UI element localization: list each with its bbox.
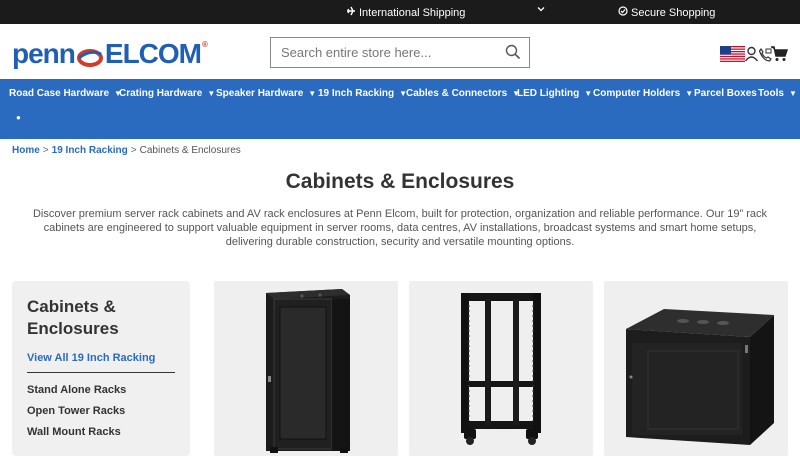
secure-shopping[interactable]: Secure Shopping: [618, 6, 715, 19]
sidebar-heading: Cabinets & Enclosures: [27, 297, 119, 338]
chevron-down-icon[interactable]: [537, 5, 545, 15]
site-header: penn elcom ®: [0, 24, 800, 79]
product-card-cabinet[interactable]: [214, 281, 398, 456]
chevron-down-icon: ▼: [207, 89, 216, 98]
chevron-down-icon: ▼: [308, 89, 317, 98]
breadcrumb-current: Cabinets & Enclosures: [139, 145, 241, 156]
breadcrumb-separator: >: [42, 145, 49, 156]
nav-item-label: Computer Holders: [593, 88, 681, 99]
nav-item-label: 19 Inch Racking: [318, 88, 395, 99]
breadcrumb: Home >19 Inch Racking > Cabinets & Enclosur…: [12, 145, 241, 156]
penn-elcom-logo[interactable]: penn elcom ®: [12, 38, 208, 70]
registered-mark: ®: [202, 39, 208, 49]
nav-item-parcel-boxes[interactable]: Parcel Boxes: [694, 88, 757, 99]
breadcrumb-19-inch-racking[interactable]: 19 Inch Racking: [52, 145, 128, 156]
search-box: [270, 37, 530, 68]
category-sidebar: Cabinets & Enclosures View All 19 Inch R…: [12, 281, 190, 456]
nav-item-label: LED Lighting: [517, 88, 580, 99]
nav-item-label: Cables & Connectors: [406, 88, 508, 99]
chevron-down-icon: ▼: [788, 89, 797, 98]
sidebar-divider: [27, 372, 175, 373]
nav-item-tools[interactable]: Tools ▼: [758, 88, 797, 99]
nav-item-cables-connectors[interactable]: Cables & Connectors ▼: [406, 88, 520, 99]
logo-penn: penn: [12, 38, 76, 69]
view-all-link[interactable]: View All 19 Inch Racking: [27, 352, 155, 364]
chevron-down-icon: ▼: [584, 89, 593, 98]
chevron-down-icon: ▼: [685, 89, 694, 98]
user-icon[interactable]: [744, 46, 759, 62]
nav-item-computer-holders[interactable]: Computer Holders ▼: [593, 88, 693, 99]
breadcrumb-separator: >: [130, 145, 137, 156]
secure-shopping-label: Secure Shopping: [631, 6, 716, 19]
nav-item-speaker-hardware[interactable]: Speaker Hardware ▼: [216, 88, 316, 99]
nav-item-led-lighting[interactable]: LED Lighting ▼: [517, 88, 592, 99]
nav-item-label: Tools: [758, 88, 784, 99]
breadcrumb-home[interactable]: Home: [12, 145, 40, 156]
open-rack-image: [461, 293, 541, 445]
nav-item-label: Crating Hardware: [119, 88, 203, 99]
logo-elcom: elcom: [104, 38, 202, 69]
cart-icon[interactable]: [770, 46, 789, 62]
nav-item-crating-hardware[interactable]: Crating Hardware ▼: [119, 88, 215, 99]
nav-item-road-case-hardware[interactable]: Road Case Hardware ▼: [9, 88, 122, 99]
us-flag-icon[interactable]: [720, 46, 745, 62]
page-title: Cabinets & Enclosures: [285, 170, 515, 193]
wall-mount-image: [626, 309, 774, 445]
logo-swoosh-icon: [76, 43, 104, 67]
search-icon[interactable]: [505, 44, 521, 60]
lock-icon: [618, 6, 628, 19]
cabinet-image: [266, 289, 350, 453]
top-info-bar: International Shipping Secure Shopping: [0, 0, 800, 24]
product-card-wall-mount[interactable]: [604, 281, 788, 456]
product-card-open-rack[interactable]: [409, 281, 593, 456]
main-nav: Road Case Hardware ▼ Crating Hardware ▼ Sp…: [0, 79, 800, 139]
sidebar-link-open-tower-racks[interactable]: Open Tower Racks: [27, 405, 125, 417]
nav-item-19-inch-racking[interactable]: 19 Inch Racking ▼: [318, 88, 407, 99]
sidebar-link-wall-mount-racks[interactable]: Wall Mount Racks: [27, 426, 121, 438]
plane-icon: [346, 6, 356, 19]
sidebar-link-stand-alone-racks[interactable]: Stand Alone Racks: [27, 384, 126, 396]
page-intro: Discover premium server rack cabinets an…: [32, 208, 768, 248]
international-shipping-label: International Shipping: [359, 6, 466, 19]
nav-item-label: Road Case Hardware: [9, 88, 110, 99]
search-input[interactable]: [271, 38, 496, 67]
nav-item-label: Parcel Boxes: [694, 88, 757, 99]
international-shipping[interactable]: International Shipping: [346, 6, 465, 19]
more-dot-icon[interactable]: ●: [16, 113, 21, 122]
nav-item-label: Speaker Hardware: [216, 88, 304, 99]
